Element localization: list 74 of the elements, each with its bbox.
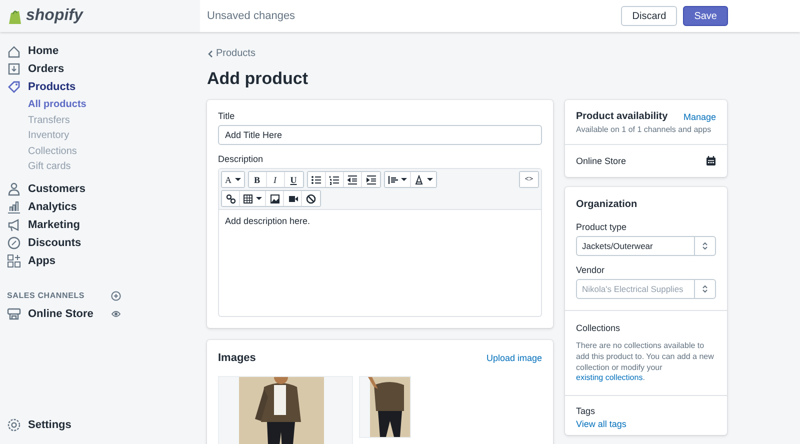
link-icon — [226, 194, 236, 204]
shopping-bag-icon — [8, 8, 22, 24]
calendar-icon[interactable] — [706, 156, 716, 166]
availability-text: Available on 1 of 1 channels and apps — [576, 125, 712, 134]
align-icon — [388, 174, 398, 184]
bulleted-list-button[interactable] — [308, 172, 326, 187]
existing-collections-link[interactable]: existing collections — [576, 373, 643, 382]
clear-format-icon — [306, 194, 316, 204]
nav-item[interactable]: Home — [28, 45, 59, 57]
outdent-icon — [347, 174, 357, 184]
card-title: Organization — [576, 199, 638, 210]
manage-link[interactable]: Manage — [683, 112, 716, 122]
page-title: Add product — [207, 69, 310, 89]
bar-chart-icon — [7, 200, 21, 214]
card-title: Product availability — [576, 111, 668, 122]
chevron-left-icon — [207, 50, 213, 58]
numbered-list-icon — [329, 174, 339, 184]
font-button[interactable]: A — [222, 172, 244, 187]
select-field[interactable]: Jackets/Outerwear — [576, 236, 716, 256]
apps-icon — [7, 254, 21, 268]
logo-text: shopify — [26, 7, 83, 25]
collections-text: There are no collections available to add this product to. You can add a new collection or modify your existing collections. — [576, 341, 715, 384]
caret-icon — [256, 197, 262, 200]
nav-item[interactable]: Apps — [28, 254, 56, 266]
save-button[interactable]: Save — [683, 6, 728, 26]
video-icon — [288, 194, 298, 204]
nav-subitem[interactable]: All products — [28, 97, 200, 112]
caret-icon — [234, 178, 240, 181]
description-text[interactable]: Add description here. — [225, 216, 310, 226]
section-title: Collections — [576, 323, 622, 333]
inbox-icon — [7, 62, 21, 76]
megaphone-icon — [7, 218, 21, 232]
nav-item[interactable]: Analytics — [28, 200, 77, 212]
text-color-icon — [414, 174, 424, 184]
updown-arrow-icon — [702, 242, 708, 250]
bulleted-list-icon — [311, 174, 321, 184]
add-icon[interactable] — [111, 290, 121, 300]
channel-name: Online Store — [576, 156, 626, 166]
store-icon — [7, 306, 21, 320]
section-title: Tags — [576, 406, 596, 416]
person-icon — [7, 182, 21, 196]
table-icon — [243, 194, 253, 204]
settings-icon — [7, 418, 21, 432]
upload-image-link[interactable]: Upload image — [486, 353, 542, 363]
caret-icon — [426, 178, 432, 181]
section-title: SALES CHANNELS — [7, 291, 85, 300]
nav-item[interactable]: Customers — [28, 182, 86, 194]
nav-item[interactable]: Products — [28, 81, 76, 93]
field-label: Product type — [576, 222, 628, 232]
nav-item[interactable]: Orders — [28, 63, 64, 75]
title-field[interactable]: Add Title Here — [218, 125, 542, 145]
discard-button[interactable]: Discard — [621, 6, 678, 26]
field-label: Description — [218, 154, 264, 164]
card-title: Images — [218, 352, 256, 364]
unsaved-message: Unsaved changes — [207, 10, 296, 22]
caret-icon — [400, 178, 406, 181]
eye-icon[interactable] — [111, 308, 121, 318]
nav-item[interactable]: Marketing — [28, 218, 80, 230]
nav-item[interactable]: Settings — [28, 419, 72, 431]
align-button[interactable] — [384, 172, 410, 187]
discount-icon — [7, 236, 21, 250]
bold-button[interactable]: B — [248, 172, 266, 187]
breadcrumb-link[interactable]: Products — [216, 48, 256, 59]
indent-icon — [366, 174, 376, 184]
link-button[interactable] — [222, 191, 240, 206]
home-icon — [7, 44, 21, 58]
field-label: Vendor — [576, 265, 606, 275]
channel-item[interactable]: Online Store — [28, 308, 94, 320]
updown-arrow-icon — [702, 285, 708, 293]
view-all-tags-link[interactable]: View all tags — [576, 419, 716, 430]
nav-item[interactable]: Discounts — [28, 236, 82, 248]
tag-icon — [7, 80, 21, 94]
field-label: Title — [218, 111, 236, 121]
image-icon — [270, 194, 280, 204]
